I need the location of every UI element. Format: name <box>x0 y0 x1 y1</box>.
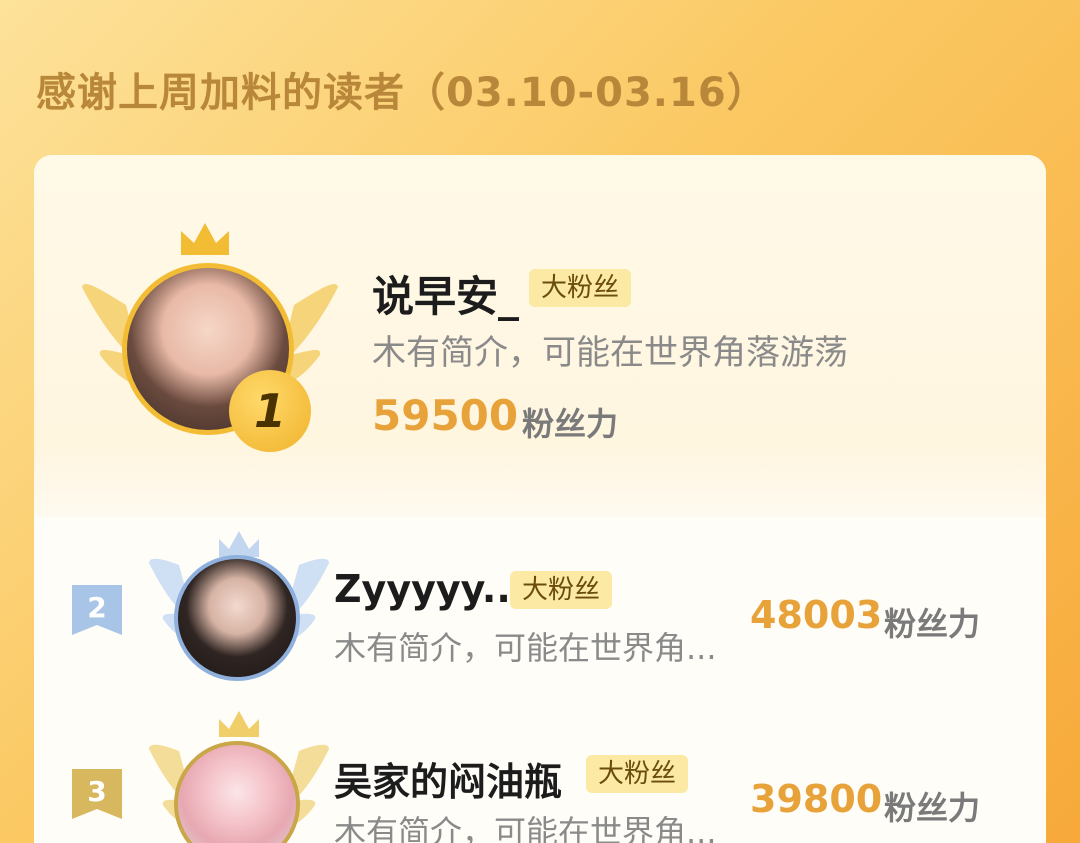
rank-badge-1: 1 <box>229 370 311 452</box>
reader-bio: 木有简介，可能在世界角落游荡 <box>372 333 848 373</box>
fan-power-score: 39800 <box>750 777 883 821</box>
reader-bio: 木有简介，可能在世界角... <box>334 629 717 667</box>
fan-power-unit: 粉丝力 <box>884 789 981 827</box>
reader-bio: 木有简介，可能在世界角... <box>334 813 717 843</box>
reader-ranking-card: 1 说早安_ 大粉丝 木有简介，可能在世界角落游荡 59500 粉丝力 2 Zy… <box>34 155 1046 843</box>
reader-name[interactable]: Zyyyyy... <box>334 567 525 611</box>
fan-level-badge: 大粉丝 <box>586 755 688 793</box>
rank-1-entry[interactable]: 1 说早安_ 大粉丝 木有简介，可能在世界角落游荡 59500 粉丝力 <box>34 155 1046 517</box>
fan-power-score: 48003 <box>750 593 883 637</box>
rank-number-3: 3 <box>87 774 107 808</box>
reader-name[interactable]: 说早安_ <box>372 263 519 324</box>
fan-power-unit: 粉丝力 <box>522 405 619 443</box>
avatar[interactable] <box>174 555 300 681</box>
rank-number-2: 2 <box>87 590 107 624</box>
fan-level-badge: 大粉丝 <box>529 269 631 307</box>
rank-3-entry[interactable]: 3 吴家的闷油瓶 大粉丝 木有简介，可能在世界角... 39800 粉丝力 <box>34 703 1046 843</box>
page-title: 感谢上周加料的读者（03.10-03.16） <box>36 70 768 116</box>
reader-name[interactable]: 吴家的闷油瓶 <box>334 751 562 806</box>
fan-power-unit: 粉丝力 <box>884 605 981 643</box>
fan-power-score: 59500 <box>372 391 519 440</box>
rank-2-entry[interactable]: 2 Zyyyyy... 大粉丝 木有简介，可能在世界角... 48003 粉丝力 <box>34 517 1046 697</box>
fan-level-badge: 大粉丝 <box>510 571 612 609</box>
